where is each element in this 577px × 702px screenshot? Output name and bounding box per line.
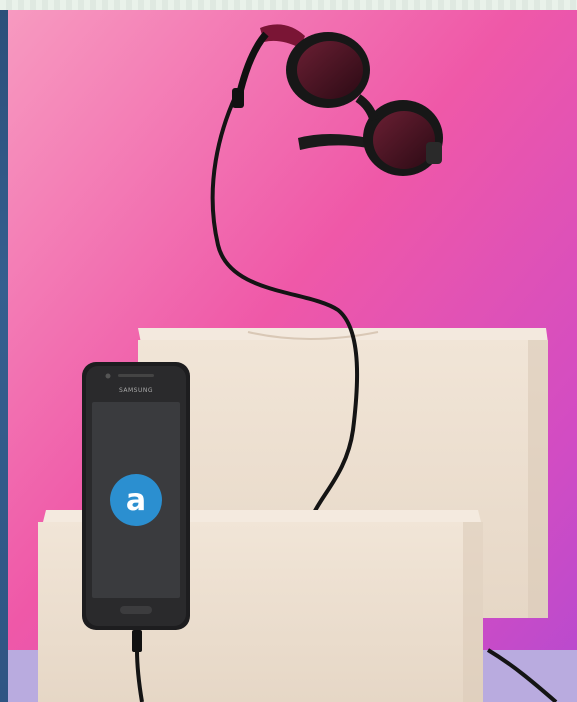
photo-frame: SAMSUNG a: [0, 0, 577, 702]
left-border-strip: [0, 10, 8, 702]
app-icon-glyph: a: [126, 483, 146, 518]
phone-brand: SAMSUNG: [119, 387, 153, 394]
top-border-strip: [0, 0, 577, 10]
product-photo: SAMSUNG a: [8, 10, 577, 702]
